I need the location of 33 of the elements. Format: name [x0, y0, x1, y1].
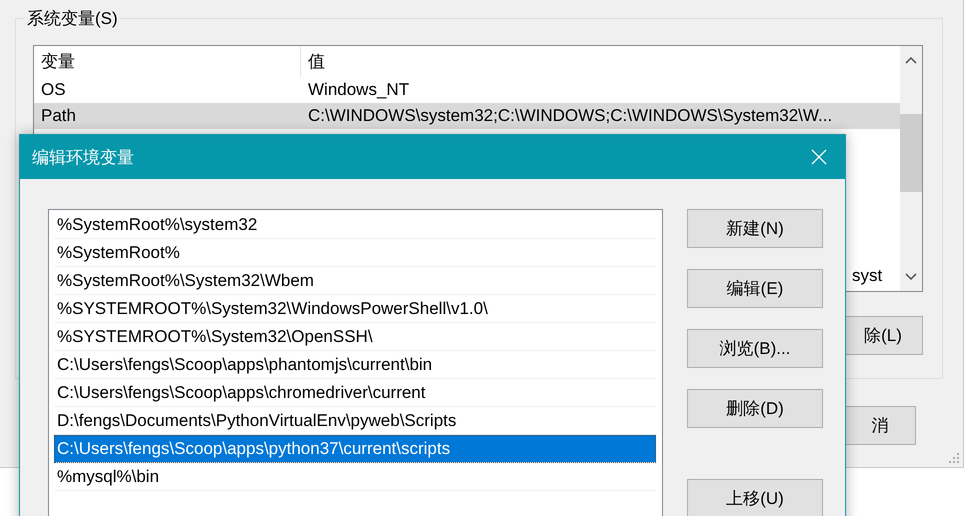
path-list-item[interactable]: C:\Users\fengs\Scoop\apps\python37\current\scripts — [54, 435, 656, 463]
column-header[interactable]: 变量 — [34, 46, 301, 77]
action-button[interactable]: 浏览(B)... — [687, 329, 823, 368]
table-cell: syst — [852, 266, 882, 286]
path-list-item[interactable]: %SYSTEMROOT%\System32\WindowsPowerShell\v1.0\ — [54, 295, 656, 323]
path-list-item[interactable]: C:\Users\fengs\Scoop\apps\chromedriver\current — [54, 379, 656, 407]
action-button[interactable]: 新建(N) — [687, 209, 823, 248]
window-title: 编辑环境变量 — [32, 146, 135, 168]
scrollbar-thumb[interactable] — [900, 114, 922, 192]
table-cell-text: Windows_NT — [307, 80, 410, 100]
path-list-item[interactable]: %SystemRoot%\system32 — [54, 211, 656, 239]
close-icon[interactable] — [811, 149, 827, 165]
scroll-down-icon[interactable] — [905, 273, 917, 281]
path-list-item[interactable]: %SystemRoot%\System32\Wbem — [54, 267, 656, 295]
scrollbar[interactable] — [900, 46, 922, 291]
action-button[interactable]: 编辑(E) — [687, 269, 823, 308]
group-title: 系统变量(S) — [24, 7, 121, 30]
path-list-item[interactable]: %SystemRoot% — [54, 239, 656, 267]
delete-button[interactable]: 除(L) — [843, 316, 923, 355]
table-row[interactable]: OS Windows_NT — [34, 77, 900, 103]
path-list-item[interactable]: C:\Users\fengs\Scoop\apps\phantomjs\current\bin — [54, 351, 656, 379]
path-list-item[interactable]: %mysql%\bin — [54, 463, 656, 491]
table-cell-text: Path — [40, 106, 77, 126]
path-list-item[interactable]: %SYSTEMROOT%\System32\OpenSSH\ — [54, 323, 656, 351]
column-header[interactable]: 值 — [301, 46, 900, 77]
table-cell-text: C:\WINDOWS\system32;C:\WINDOWS;C:\WINDOWS\System32\W... — [307, 106, 834, 126]
resize-grip-icon[interactable] — [949, 453, 959, 463]
action-button[interactable]: 删除(D) — [687, 389, 823, 428]
move-up-button[interactable]: 上移(U) — [687, 479, 823, 516]
scroll-up-icon[interactable] — [905, 56, 917, 64]
cancel-button[interactable]: 消 — [844, 406, 916, 445]
table-cell-text: OS — [40, 80, 67, 100]
table-row[interactable]: Path C:\WINDOWS\system32;C:\WINDOWS;C:\WINDOWS\System32\W... — [34, 103, 900, 129]
